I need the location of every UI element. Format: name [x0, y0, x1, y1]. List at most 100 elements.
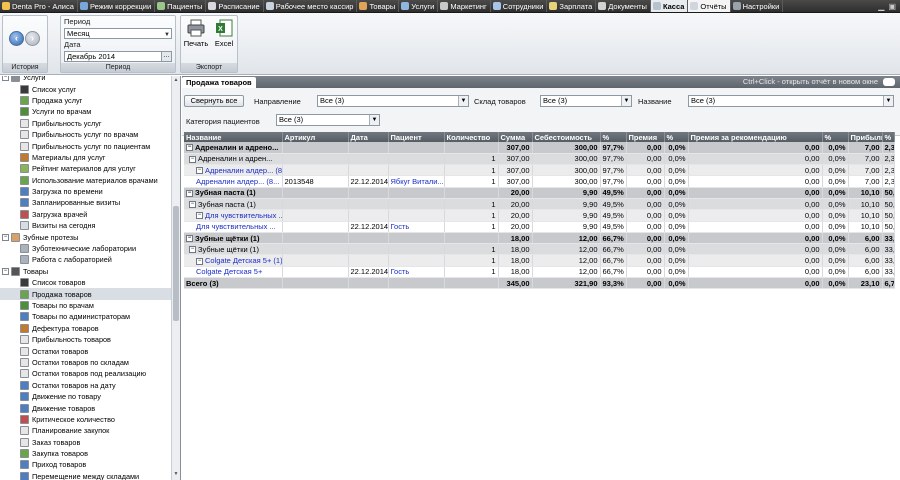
collapse-icon[interactable]: −: [186, 235, 193, 243]
sidebar-item-goods-profit[interactable]: Прибыльность товаров: [0, 334, 172, 345]
column-header[interactable]: Прибыль: [848, 132, 883, 142]
group-row[interactable]: − Colgate Детская 5+ (1) 1 18,00 12,00 66,7% 0…: [184, 254, 895, 267]
tab-calendar[interactable]: Расписание: [206, 0, 264, 12]
sidebar-item-goods-admin[interactable]: Товары по администраторам: [0, 311, 172, 322]
forward-button[interactable]: ›: [25, 31, 40, 46]
sidebar-item-dentures[interactable]: − Зубные протезы: [0, 231, 172, 242]
sidebar-item-goods-folder[interactable]: − Товары: [0, 266, 172, 277]
column-header[interactable]: Премия: [626, 132, 665, 142]
tab-salary[interactable]: Зарплата: [547, 0, 597, 12]
collapse-icon[interactable]: −: [186, 189, 193, 197]
group-row[interactable]: − Зубные щётки (1) 18,00 12,00 66,7% 0,00 0,0%…: [184, 232, 895, 245]
tab-goods[interactable]: Товары: [357, 0, 400, 12]
sidebar-item-receipt[interactable]: Приход товаров: [0, 459, 172, 470]
patient-category-select[interactable]: Все (3) ▼: [276, 114, 380, 126]
sidebar-item-lab[interactable]: Зуботехнические лаборатории: [0, 243, 172, 254]
tab-cashbox[interactable]: Касса: [650, 0, 689, 12]
tab-edit[interactable]: Режим коррекции: [78, 0, 156, 12]
tab-staff[interactable]: Сотрудники: [491, 0, 548, 12]
group-row[interactable]: − Зубные щётки (1) 1 18,00 12,00 66,7% 0,00 0,0…: [184, 243, 895, 256]
excel-button[interactable]: X Excel: [211, 19, 237, 48]
column-header[interactable]: Себестоимость: [532, 132, 601, 142]
date-field[interactable]: Декабрь 2014 …: [64, 51, 172, 62]
sidebar-item-tooth-list[interactable]: Список услуг: [0, 83, 172, 94]
collapse-icon[interactable]: −: [189, 246, 196, 254]
sidebar-item-goods-list[interactable]: Список товаров: [0, 277, 172, 288]
sidebar-item-doctor-load[interactable]: Загрузка врачей: [0, 209, 172, 220]
scroll-thumb[interactable]: [173, 206, 179, 321]
direction-select[interactable]: Все (3) ▼: [317, 95, 469, 107]
column-header[interactable]: Сумма: [498, 132, 533, 142]
close-window-icon[interactable]: ▣: [888, 2, 896, 11]
table-row[interactable]: Для чувствительных ... 22.12.2014 Гость 1 20…: [184, 221, 895, 233]
sidebar-item-stock-consign[interactable]: Остатки товаров под реализацию: [0, 368, 172, 379]
sidebar-item-goods-doctor[interactable]: Товары по врачам: [0, 300, 172, 311]
column-header[interactable]: %: [664, 132, 689, 142]
tab-reports[interactable]: Отчёты: [688, 0, 731, 12]
tab-app-logo[interactable]: Denta Pro - Алиса: [0, 0, 78, 12]
sidebar-item-profit-doctor[interactable]: Прибыльность услуг по врачам: [0, 129, 172, 140]
table-row[interactable]: Адреналин алдер... (8... 2013548 22.12.201…: [184, 175, 895, 188]
sidebar-item-defect[interactable]: Дефектура товаров: [0, 323, 172, 334]
group-row[interactable]: − Для чувствительных ... 1 20,00 9,90 49,5% 0,…: [184, 209, 895, 222]
column-header[interactable]: Название: [184, 132, 283, 142]
sidebar-item-stock-date[interactable]: Остатки товаров на дату: [0, 380, 172, 391]
row-name[interactable]: Colgate Детская 5+ (1): [205, 256, 281, 265]
tab-services[interactable]: Услуги: [399, 0, 439, 12]
sidebar-item-stock[interactable]: Остатки товаров: [0, 345, 172, 356]
group-row[interactable]: − Адреналин и адрен... 1 307,00 300,00 97,7% 0…: [184, 153, 895, 166]
period-select[interactable]: Месяц ▼: [64, 28, 172, 39]
tree-scrollbar[interactable]: ▲ ▼: [171, 76, 180, 480]
sidebar-item-services-sale[interactable]: Продажа услуг: [0, 95, 172, 106]
column-header[interactable]: Артикул: [282, 132, 349, 142]
sidebar-item-goods-sale[interactable]: Продажа товаров: [0, 288, 172, 300]
sidebar-item-time-load[interactable]: Загрузка по времени: [0, 186, 172, 197]
sidebar-item-planned-visits[interactable]: Запланированные визиты: [0, 197, 172, 208]
name-select[interactable]: Все (3) ▼: [688, 95, 894, 107]
column-header[interactable]: Пациент: [388, 132, 445, 142]
sidebar-item-services-folder[interactable]: − Услуги: [0, 76, 172, 83]
scroll-down-icon[interactable]: ▼: [172, 471, 180, 479]
sidebar-item-profit[interactable]: Прибыльность услуг: [0, 118, 172, 129]
column-header[interactable]: Премия за рекомендацию: [688, 132, 823, 142]
sidebar-item-profit-patient[interactable]: Прибыльность услуг по пациентам: [0, 140, 172, 151]
sidebar-item-materials[interactable]: Материалы для услуг: [0, 152, 172, 163]
sidebar-item-transfer[interactable]: Перемещение между складами: [0, 471, 172, 480]
collapse-icon[interactable]: −: [2, 267, 9, 275]
tab-cashier[interactable]: Рабочее место кассир: [264, 0, 358, 12]
collapse-icon[interactable]: −: [196, 257, 203, 265]
sidebar-item-usage[interactable]: Использование материалов врачами: [0, 175, 172, 186]
total-row[interactable]: Всего (3) 345,00 321,90 93,3% 0,00 0,0% 0,00 0,…: [184, 277, 895, 290]
row-name[interactable]: Colgate Детская 5+: [196, 267, 262, 276]
print-button[interactable]: Печать: [183, 19, 209, 48]
tab-documents[interactable]: Документы: [596, 0, 651, 12]
scroll-up-icon[interactable]: ▲: [172, 77, 180, 85]
collapse-all-button[interactable]: Свернуть все: [184, 95, 244, 107]
column-header[interactable]: %: [822, 132, 849, 142]
toggle-icon[interactable]: [883, 78, 895, 86]
collapse-icon[interactable]: −: [189, 201, 196, 209]
group-row[interactable]: − Адреналин и адрено... 307,00 300,00 97,7% 0…: [184, 142, 895, 154]
column-header[interactable]: %: [600, 132, 627, 142]
sidebar-item-purchase[interactable]: Закупка товаров: [0, 448, 172, 459]
row-name[interactable]: Для чувствительных ...: [205, 211, 281, 220]
sidebar-item-order[interactable]: Заказ товаров: [0, 437, 172, 448]
sidebar-item-today-visits[interactable]: Визиты на сегодня: [0, 220, 172, 231]
group-row[interactable]: − Зубная паста (1) 1 20,00 9,90 49,5% 0,00 0,0%…: [184, 198, 895, 211]
row-name[interactable]: Адреналин алдер... (8...: [205, 166, 281, 175]
collapse-icon[interactable]: −: [2, 233, 9, 241]
table-row[interactable]: Colgate Детская 5+ 22.12.2014 Гость 1 18,00 1…: [184, 266, 895, 279]
sidebar-item-planning[interactable]: Планирование закупок: [0, 425, 172, 436]
group-row[interactable]: − Адреналин алдер... (8... 1 307,00 300,00 97…: [184, 164, 895, 177]
column-header[interactable]: %: [882, 132, 895, 142]
column-header[interactable]: Количество: [444, 132, 499, 142]
minimize-icon[interactable]: ▁: [878, 2, 884, 11]
row-name[interactable]: Для чувствительных ...: [196, 222, 276, 231]
column-header[interactable]: Дата: [348, 132, 389, 142]
row-name[interactable]: Адреналин алдер... (8...: [196, 177, 279, 186]
window-controls[interactable]: ▁ ▣: [878, 0, 900, 12]
sidebar-item-doctor-services[interactable]: Услуги по врачам: [0, 106, 172, 117]
collapse-icon[interactable]: −: [186, 144, 193, 152]
sidebar-item-lab-work[interactable]: Работа с лабораторией: [0, 254, 172, 265]
sidebar-item-movement-item[interactable]: Движение по товару: [0, 391, 172, 402]
